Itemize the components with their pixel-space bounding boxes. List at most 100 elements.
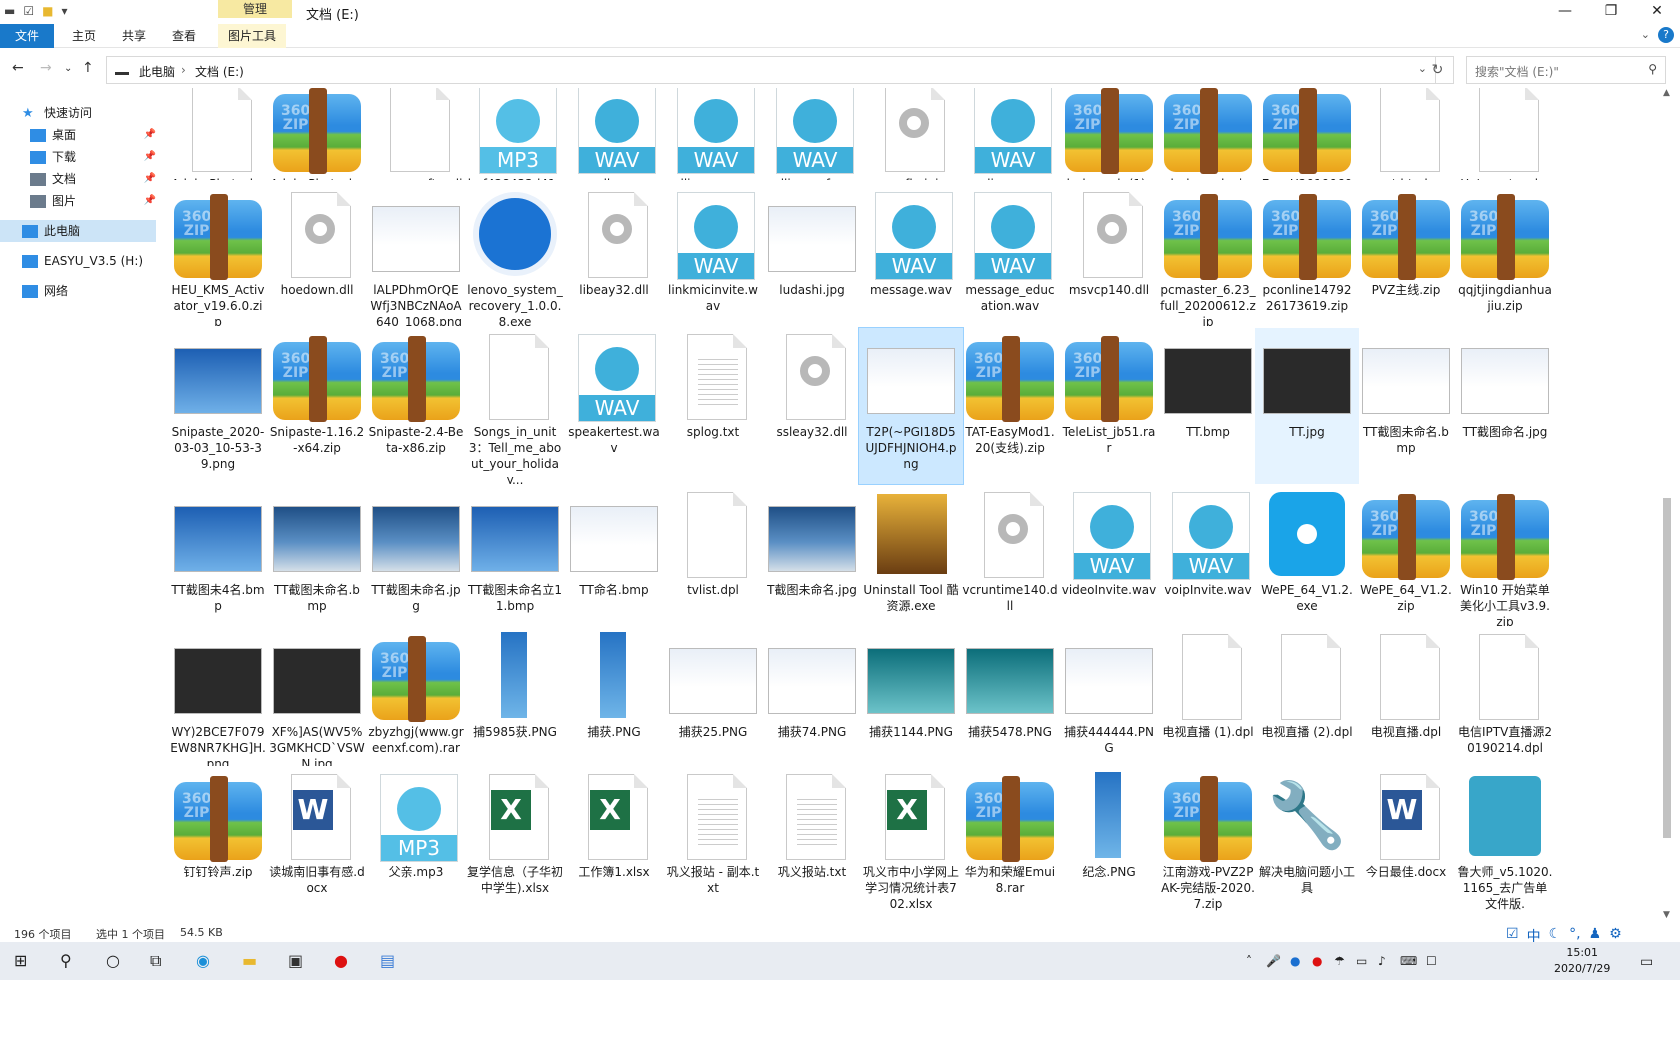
breadcrumb-drive[interactable]: 文档 (E:) bbox=[195, 63, 244, 80]
maximize-button[interactable]: ❐ bbox=[1588, 0, 1634, 24]
file-item[interactable]: WePE_64_V1.2.exe bbox=[1255, 486, 1359, 626]
file-item[interactable]: AdobePhotoshopAssistant_Download_Home.ex… bbox=[166, 88, 270, 180]
file-item[interactable]: ssleay32.dll bbox=[760, 328, 864, 484]
breadcrumb-this-pc[interactable]: 此电脑 bbox=[139, 63, 175, 80]
file-item[interactable]: WAVding.wav bbox=[958, 88, 1062, 180]
minimize-button[interactable]: — bbox=[1542, 0, 1588, 24]
tab-view[interactable]: 查看 bbox=[162, 24, 206, 48]
file-item[interactable]: vcruntime140.dll bbox=[958, 486, 1062, 626]
recorder-icon[interactable]: ● bbox=[334, 951, 348, 970]
file-item[interactable]: 360 ZIP 华为和荣耀Emui8.rar bbox=[958, 768, 1062, 916]
photos-icon[interactable]: ▤ bbox=[380, 951, 395, 970]
file-item[interactable]: tvlist.dpl bbox=[661, 486, 765, 626]
file-item[interactable]: TT截图未命名.bmp bbox=[1354, 328, 1458, 484]
customize-qat-icon[interactable]: ▾ bbox=[61, 4, 67, 18]
file-item[interactable]: 捕获444444.PNG bbox=[1057, 628, 1161, 766]
file-item[interactable]: WAV videoInvite.wav bbox=[1057, 486, 1161, 626]
file-item[interactable]: 360ZIPEasyU20190605.zip bbox=[1255, 88, 1359, 180]
refresh-button[interactable]: ↻ bbox=[1422, 56, 1454, 84]
file-item[interactable]: 电信IPTV直播源20190214.dpl bbox=[1453, 628, 1557, 766]
nav-item-4[interactable]: 图片 📌 bbox=[30, 190, 164, 212]
tray-helper-icon[interactable]: ☂ bbox=[1334, 954, 1345, 968]
close-button[interactable]: ✕ bbox=[1634, 0, 1680, 24]
task-view-icon[interactable]: ⧉ bbox=[150, 951, 161, 971]
scroll-up-icon[interactable]: ▲ bbox=[1663, 88, 1670, 98]
tray-app-icon[interactable]: ● bbox=[1290, 954, 1300, 968]
nav-item-7[interactable]: 网络 bbox=[22, 280, 156, 302]
file-item[interactable]: TT截图未4名.bmp bbox=[166, 486, 270, 626]
file-item[interactable]: 360 ZIP PVZ主线.zip bbox=[1354, 186, 1458, 326]
file-explorer-icon[interactable]: ▬ bbox=[242, 951, 257, 970]
file-item[interactable]: 360ZIPdszbygszh (1).zip bbox=[1057, 88, 1161, 180]
nav-item-2[interactable]: 下载 📌 bbox=[30, 146, 164, 168]
file-item[interactable]: WY)2BCE7F079EW8NR7KHG]H.png bbox=[166, 628, 270, 766]
forward-icon[interactable]: → bbox=[40, 60, 52, 76]
file-item[interactable]: WAV voipInvite.wav bbox=[1156, 486, 1260, 626]
search-input[interactable]: 搜索"文档 (E:)" ⚲ bbox=[1466, 56, 1666, 84]
file-item[interactable]: 巩义报站.txt bbox=[760, 768, 864, 916]
notification-icon[interactable]: ▭ bbox=[1640, 954, 1653, 970]
help-icon[interactable]: ? bbox=[1658, 27, 1674, 43]
file-item[interactable]: 电视直播 (2).dpl bbox=[1255, 628, 1359, 766]
file-item[interactable]: 捕获1144.PNG bbox=[859, 628, 963, 766]
file-item[interactable]: W 读城南旧事有感.docx bbox=[265, 768, 369, 916]
file-item[interactable]: WAVcall.wav bbox=[562, 88, 666, 180]
nav-item-6[interactable]: EASYU_V3.5 (H:) bbox=[22, 250, 156, 272]
scroll-down-icon[interactable]: ▼ bbox=[1663, 910, 1670, 920]
volume-icon[interactable]: ♪ bbox=[1378, 954, 1386, 968]
file-item[interactable]: lenovo_system_recovery_1.0.0.8.exe bbox=[463, 186, 567, 326]
file-item[interactable]: config.ini bbox=[859, 88, 963, 180]
file-item[interactable]: X 巩义市中小学网上学习情况统计表702.xlsx bbox=[859, 768, 963, 916]
file-item[interactable]: lALPDhmOrQEWfj3NBCzNAoA_640_1068.png bbox=[364, 186, 468, 326]
microphone-icon[interactable]: 🎤 bbox=[1266, 954, 1281, 968]
file-item[interactable]: msvcp140.dll bbox=[1057, 186, 1161, 326]
tab-file[interactable]: 文件 bbox=[0, 24, 54, 48]
address-bar[interactable]: 此电脑 › 文档 (E:) ⌄ bbox=[106, 56, 1436, 84]
file-item[interactable]: WAV speakertest.wav bbox=[562, 328, 666, 484]
vertical-scrollbar[interactable]: ▲ ▼ bbox=[1660, 88, 1674, 924]
file-item[interactable]: TT截图未命名立11.bmp bbox=[463, 486, 567, 626]
file-item[interactable]: TT截图命名.jpg bbox=[1453, 328, 1557, 484]
tab-home[interactable]: 主页 bbox=[62, 24, 106, 48]
file-item[interactable]: 360 ZIP Win10 开始菜单美化小工具v3.9.zip bbox=[1453, 486, 1557, 626]
file-item[interactable]: T2P(~PGI18D5UJDFHJNIOH4.png bbox=[858, 327, 964, 485]
recent-dropdown-icon[interactable]: ⌄ bbox=[64, 63, 72, 74]
file-item[interactable]: 巩义报站 - 副本.txt bbox=[661, 768, 765, 916]
file-item[interactable]: TT命名.bmp bbox=[562, 486, 666, 626]
file-item[interactable]: 360 ZIP qqjtjingdianhuajiu.zip bbox=[1453, 186, 1557, 326]
file-item[interactable]: ludashi.jpg bbox=[760, 186, 864, 326]
store-icon[interactable]: ▣ bbox=[288, 951, 303, 970]
cortana-icon[interactable]: ○ bbox=[106, 951, 120, 970]
file-item[interactable]: 电视直播.dpl bbox=[1354, 628, 1458, 766]
file-item[interactable]: hoedown.dll bbox=[265, 186, 369, 326]
clock[interactable]: 15:01 2020/7/29 bbox=[1554, 945, 1610, 977]
file-item[interactable]: 360ZIPAdobePhotoshopCS6.zip bbox=[265, 88, 369, 180]
file-item[interactable]: WAV message_education.wav bbox=[958, 186, 1062, 326]
tray-expand-icon[interactable]: ˄ bbox=[1246, 954, 1252, 968]
file-item[interactable]: splog.txt bbox=[661, 328, 765, 484]
nav-item-0[interactable]: ★ 快速访问 bbox=[22, 102, 156, 124]
nav-item-5[interactable]: 此电脑 bbox=[0, 220, 156, 242]
file-item[interactable]: 鲁大师_v5.1020.1165_去广告单文件版. bbox=[1453, 768, 1557, 916]
file-item[interactable]: W 今日最佳.docx bbox=[1354, 768, 1458, 916]
back-icon[interactable]: ← bbox=[12, 60, 24, 76]
file-item[interactable]: 360 ZIP pcmaster_6.23_full_20200612.zip bbox=[1156, 186, 1260, 326]
ribbon-expand-icon[interactable]: ⌄ bbox=[1641, 28, 1650, 41]
file-item[interactable]: 360 ZIP 钉钉铃声.zip bbox=[166, 768, 270, 916]
file-item[interactable]: apowersoft-online-launcher.exe bbox=[364, 88, 468, 180]
file-item[interactable]: TT.bmp bbox=[1156, 328, 1260, 484]
file-item[interactable]: 360 ZIP zbyzhgj(www.greenxf.com).rar bbox=[364, 628, 468, 766]
file-item[interactable]: 捕获5478.PNG bbox=[958, 628, 1062, 766]
up-icon[interactable]: ↑ bbox=[82, 60, 94, 76]
file-item[interactable]: 360ZIPdszbygszh.zip bbox=[1156, 88, 1260, 180]
file-item[interactable]: Songs_in_unit3：Tell_me_about_your_holida… bbox=[463, 328, 567, 484]
file-item[interactable]: 捕获25.PNG bbox=[661, 628, 765, 766]
scrollbar-thumb[interactable] bbox=[1663, 498, 1671, 838]
file-item[interactable]: 360 ZIP TAT-EasyMod1.20(支线).zip bbox=[958, 328, 1062, 484]
file-item[interactable]: 360 ZIP 江南游戏-PVZ2PAK-完结版-2020.7.zip bbox=[1156, 768, 1260, 916]
save-icon[interactable]: ▬ bbox=[4, 4, 15, 18]
file-item[interactable]: TT截图未命名.bmp bbox=[265, 486, 369, 626]
file-item[interactable]: TT截图未命名.jpg bbox=[364, 486, 468, 626]
file-item[interactable]: 360 ZIP Snipaste-1.16.2-x64.zip bbox=[265, 328, 369, 484]
file-item[interactable]: 360 ZIP HEU_KMS_Activator_v19.6.0.zip bbox=[166, 186, 270, 326]
